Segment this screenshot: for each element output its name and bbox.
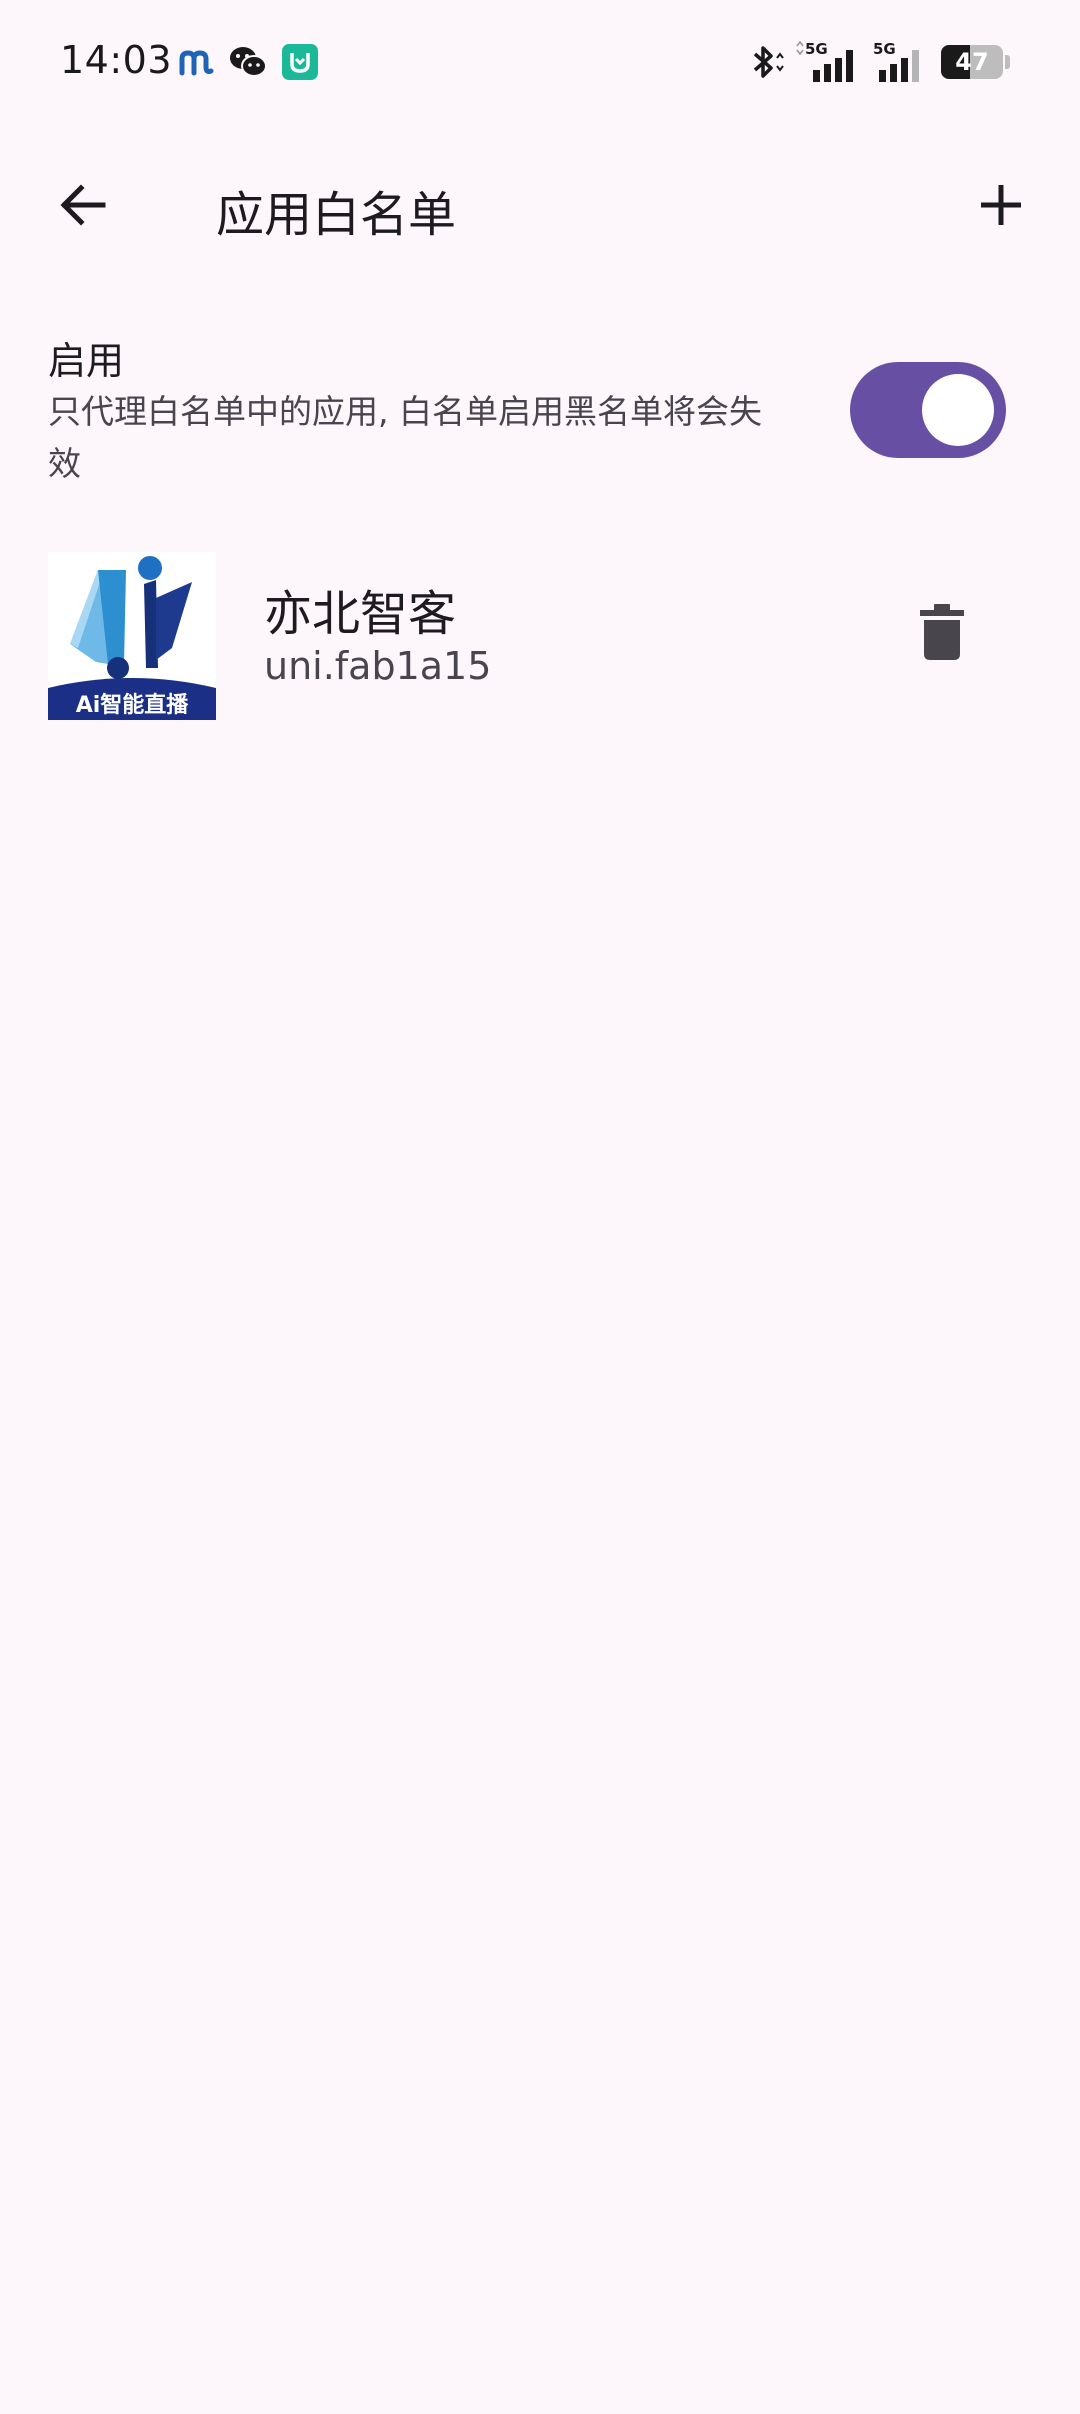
mi-home-icon [282, 44, 318, 80]
bluetooth-icon [745, 42, 785, 82]
svg-text:5G: 5G [805, 40, 828, 58]
arrow-back-icon [60, 184, 106, 226]
m-app-icon [178, 45, 214, 79]
signal-5g-icon: 5G [795, 40, 861, 84]
plus-icon [981, 185, 1021, 225]
enable-toggle[interactable] [850, 362, 1006, 458]
svg-text:Ai智能直播: Ai智能直播 [76, 692, 190, 718]
app-name: 亦北智客 [264, 586, 457, 642]
app-package-name: uni.fab1a15 [264, 644, 492, 688]
app-icon: Ai智能直播 [48, 552, 216, 720]
battery-nub [1005, 55, 1010, 69]
trash-icon [920, 604, 964, 660]
setting-description: 只代理白名单中的应用, 白名单启用黑名单将会失效 [48, 392, 762, 483]
status-notification-icons [178, 44, 318, 80]
status-system-icons: 5G 5G 47 [745, 40, 1010, 84]
wechat-icon [228, 44, 268, 80]
battery-icon: 47 [941, 45, 1003, 79]
battery-level: 47 [955, 48, 989, 76]
top-app-bar: 应用白名单 [0, 150, 1080, 260]
add-app-button[interactable] [958, 162, 1044, 248]
setting-title: 启用 [48, 339, 125, 383]
signal-5g-icon: 5G [871, 40, 931, 84]
page-title: 应用白名单 [216, 187, 457, 243]
list-item[interactable]: Ai智能直播 亦北智客 uni.fab1a15 [48, 552, 1032, 722]
back-button[interactable] [40, 162, 126, 248]
status-bar: 14:03 5G 5G 47 [0, 0, 1080, 130]
enable-whitelist-setting[interactable]: 启用 只代理白名单中的应用, 白名单启用黑名单将会失效 [48, 330, 1032, 500]
delete-app-button[interactable] [892, 582, 992, 682]
svg-text:5G: 5G [873, 40, 896, 58]
toggle-knob [922, 374, 994, 446]
status-time: 14:03 [60, 38, 173, 82]
ai-live-app-logo: Ai智能直播 [48, 552, 216, 720]
